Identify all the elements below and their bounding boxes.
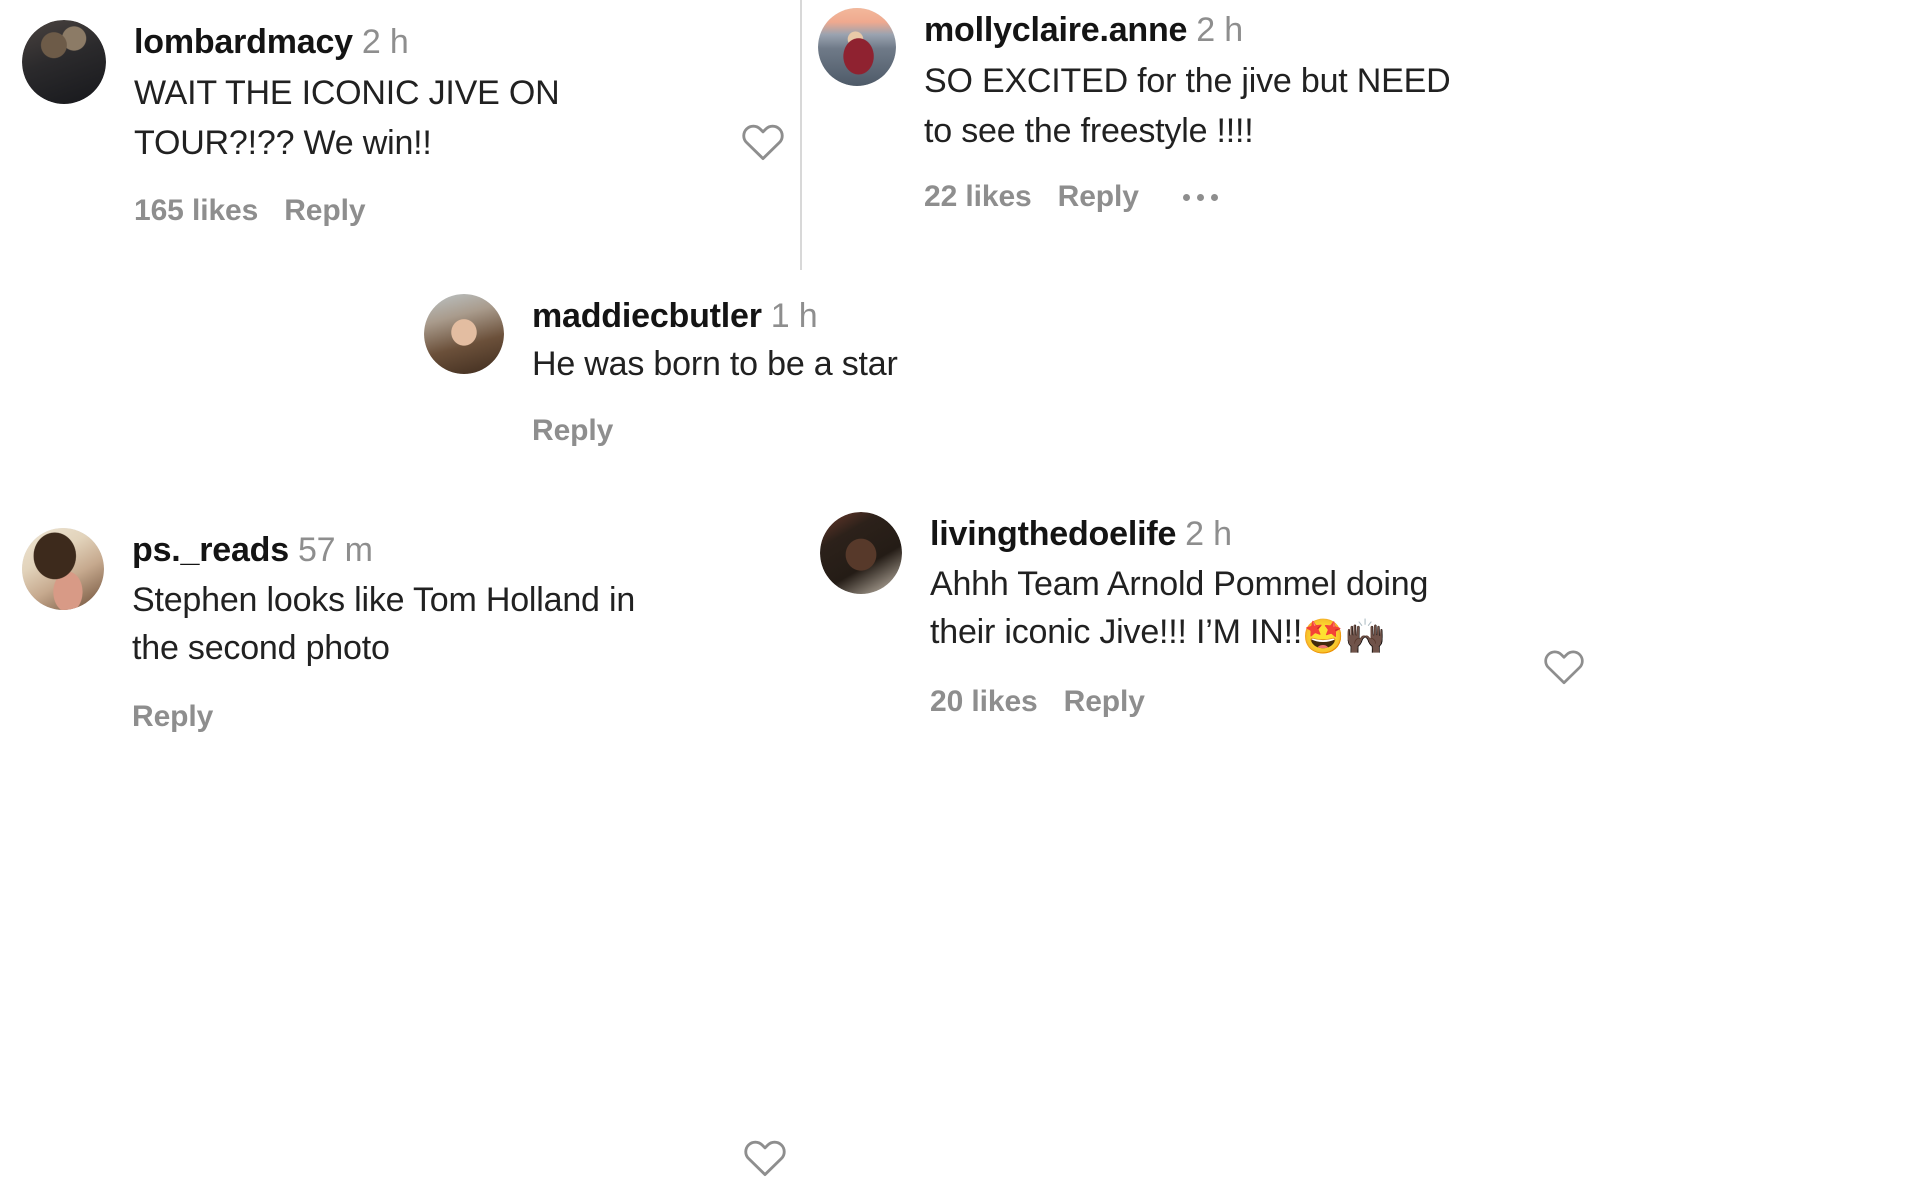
comment-body: maddiecbutler 1 h He was born to be a sta… — [532, 294, 1164, 448]
reply-button[interactable]: Reply — [1058, 180, 1139, 214]
comment-username[interactable]: lombardmacy — [134, 23, 353, 61]
comment-username[interactable]: mollyclaire.anne — [924, 11, 1187, 49]
comment-timestamp: 2 h — [1185, 515, 1232, 553]
comment-meta: Reply — [132, 700, 742, 734]
comment-meta: 22 likes Reply — [924, 180, 1518, 214]
comment-timestamp: 57 m — [297, 531, 373, 569]
like-heart-icon[interactable] — [742, 1136, 788, 1178]
comment-text: He was born to be a star — [532, 345, 898, 383]
avatar[interactable] — [22, 528, 104, 610]
comment-text: WAIT THE ICONIC JIVE ON TOUR?!?? We win!… — [134, 74, 560, 162]
avatar-image-overlay — [820, 512, 902, 594]
comment-body: livingthedoelife 2 h Ahhh Team Arnold Pom… — [930, 512, 1520, 719]
reply-button[interactable]: Reply — [1064, 685, 1145, 719]
comment-username[interactable]: livingthedoelife — [930, 515, 1176, 553]
comments-canvas: lombardmacy 2 h WAIT THE ICONIC JIVE ON T… — [0, 0, 1920, 1176]
reply-button[interactable]: Reply — [132, 700, 213, 734]
comment-body: lombardmacy 2 h WAIT THE ICONIC JIVE ON T… — [134, 20, 742, 228]
avatar[interactable] — [818, 8, 896, 86]
like-count[interactable]: 20 likes — [930, 685, 1038, 719]
comment-item-lombardmacy[interactable]: lombardmacy 2 h WAIT THE ICONIC JIVE ON T… — [22, 20, 784, 228]
more-options-icon[interactable] — [1182, 193, 1218, 201]
comment-meta: 165 likes Reply — [134, 194, 742, 228]
comment-emoji: 🤩🙌🏿 — [1302, 617, 1387, 658]
avatar[interactable] — [820, 512, 902, 594]
avatar[interactable] — [22, 20, 106, 104]
comment-meta: Reply — [532, 414, 1164, 448]
avatar-image — [22, 20, 106, 104]
comment-body: ps._reads 57 m Stephen looks like Tom Hol… — [132, 528, 742, 734]
comment-text: Stephen looks like Tom Holland in the se… — [132, 581, 636, 667]
comment-timestamp: 1 h — [770, 297, 818, 335]
comment-meta: 20 likes Reply — [930, 685, 1520, 719]
comment-headline: livingthedoelife 2 h — [930, 512, 1520, 556]
comment-item-mollyclaire-anne[interactable]: mollyclaire.anne 2 h SO EXCITED for the j… — [818, 8, 1518, 214]
comment-item-maddiecbutler[interactable]: maddiecbutler 1 h He was born to be a sta… — [424, 294, 1584, 685]
comment-headline: mollyclaire.anne 2 h — [924, 8, 1518, 52]
avatar-image-overlay — [818, 8, 896, 86]
section-divider — [800, 0, 802, 270]
reply-button[interactable]: Reply — [284, 194, 365, 228]
comment-headline: ps._reads 57 m — [132, 528, 742, 572]
avatar[interactable] — [424, 294, 504, 374]
like-heart-icon[interactable] — [740, 120, 786, 162]
reply-button[interactable]: Reply — [532, 414, 613, 448]
comment-item-ps-reads[interactable]: ps._reads 57 m Stephen looks like Tom Hol… — [22, 528, 786, 1176]
comment-username[interactable]: ps._reads — [132, 531, 289, 569]
comment-item-livingthedoelife[interactable]: livingthedoelife 2 h Ahhh Team Arnold Pom… — [820, 512, 1520, 719]
comment-timestamp: 2 h — [1196, 11, 1243, 49]
avatar-image-overlay — [424, 294, 504, 374]
comment-timestamp: 2 h — [361, 23, 409, 61]
comment-text: Ahhh Team Arnold Pommel doing their icon… — [930, 560, 1520, 661]
comment-username[interactable]: maddiecbutler — [532, 297, 762, 335]
comment-body: mollyclaire.anne 2 h SO EXCITED for the j… — [924, 8, 1518, 214]
comment-text: SO EXCITED for the jive but NEED to see … — [924, 62, 1451, 150]
like-heart-icon[interactable] — [1542, 646, 1586, 686]
like-count[interactable]: 22 likes — [924, 180, 1032, 214]
comment-headline: lombardmacy 2 h — [134, 20, 742, 64]
avatar-image-overlay — [22, 528, 104, 610]
like-count[interactable]: 165 likes — [134, 194, 258, 228]
comment-headline: maddiecbutler 1 h — [532, 294, 1164, 338]
